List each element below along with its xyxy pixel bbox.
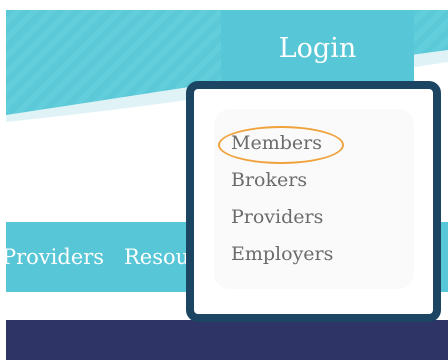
- menu-item-brokers[interactable]: Brokers: [231, 169, 307, 191]
- login-dropdown-menu: Members Brokers Providers Employers: [186, 81, 441, 322]
- content-banner: [6, 320, 448, 360]
- nav-item-providers[interactable]: Providers: [2, 222, 104, 292]
- login-button[interactable]: Login: [221, 10, 414, 87]
- members-highlight-annotation: [218, 126, 344, 164]
- login-label: Login: [278, 33, 357, 64]
- nav-item-resources[interactable]: Resources: [124, 222, 194, 292]
- menu-item-employers[interactable]: Employers: [231, 243, 333, 265]
- menu-item-providers[interactable]: Providers: [231, 206, 323, 228]
